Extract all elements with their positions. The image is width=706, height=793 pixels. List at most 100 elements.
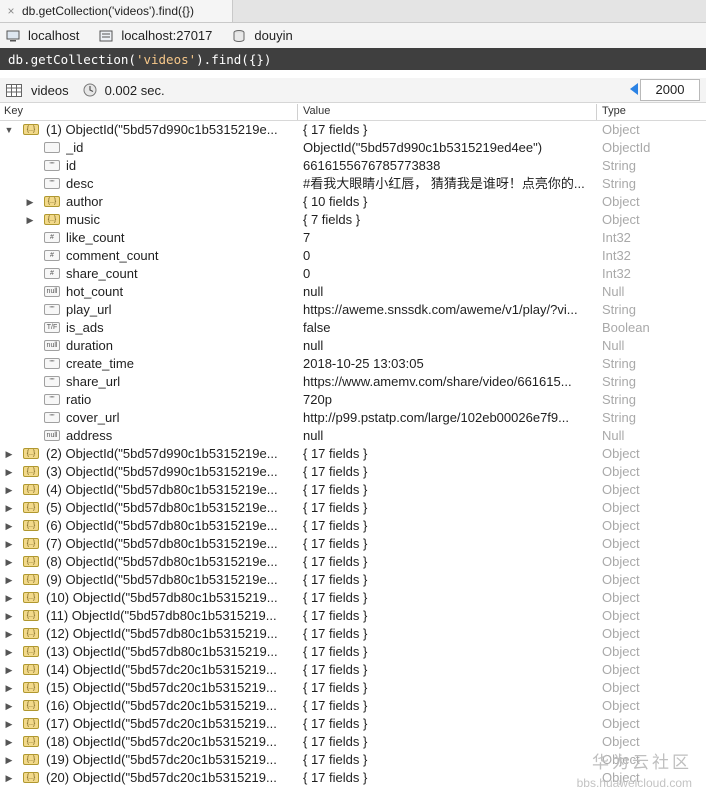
connection-host[interactable]: localhost xyxy=(6,28,79,43)
column-type[interactable]: Type xyxy=(602,105,626,117)
document-row[interactable]: ▶ {..} (6) ObjectId("5bd57db80c1b5315219e.… xyxy=(0,517,706,535)
row-value: http://p99.pstatp.com/large/102eb00026e7… xyxy=(303,410,569,425)
row-type: Int32 xyxy=(602,248,631,263)
row-type: Object xyxy=(602,716,640,731)
expand-arrow-icon[interactable]: ▶ xyxy=(3,769,15,787)
document-row[interactable]: ▶ {..} (13) ObjectId("5bd57db80c1b5315219.… xyxy=(0,643,706,661)
column-key[interactable]: Key xyxy=(4,105,23,117)
document-row[interactable]: ▼ {..} (1) ObjectId("5bd57d990c1b5315219e.… xyxy=(0,121,706,139)
expand-arrow-icon[interactable]: ▶ xyxy=(3,733,15,751)
row-value: false xyxy=(303,320,331,335)
expand-arrow-icon[interactable]: ▶ xyxy=(3,571,15,589)
row-key: id xyxy=(66,158,77,173)
column-value[interactable]: Value xyxy=(303,105,330,117)
query-text[interactable]: db.getCollection('videos').find({}) xyxy=(8,52,271,67)
document-row[interactable]: ▶ {..} (3) ObjectId("5bd57d990c1b5315219e.… xyxy=(0,463,706,481)
row-key: is_ads xyxy=(66,320,104,335)
close-icon[interactable]: × xyxy=(0,4,22,18)
field-row[interactable]: _id ObjectId("5bd57d990c1b5315219ed4ee") O… xyxy=(0,139,706,157)
expand-arrow-icon[interactable]: ▶ xyxy=(3,697,15,715)
server-label: localhost:27017 xyxy=(121,28,213,43)
expand-arrow-icon[interactable]: ▶ xyxy=(3,535,15,553)
previous-page-icon[interactable] xyxy=(630,83,638,95)
obj-type-icon: {..} xyxy=(23,556,39,567)
field-row[interactable]: null duration null Null xyxy=(0,337,706,355)
document-row[interactable]: ▶ {..} (8) ObjectId("5bd57db80c1b5315219e.… xyxy=(0,553,706,571)
row-type: Object xyxy=(602,644,640,659)
document-row[interactable]: ▶ {..} (7) ObjectId("5bd57db80c1b5315219e.… xyxy=(0,535,706,553)
expand-arrow-icon[interactable]: ▶ xyxy=(3,499,15,517)
expand-arrow-icon[interactable]: ▶ xyxy=(3,751,15,769)
field-row[interactable]: "" share_url https://www.amemv.com/share/v… xyxy=(0,373,706,391)
document-row[interactable]: ▶ {..} (15) ObjectId("5bd57dc20c1b5315219.… xyxy=(0,679,706,697)
document-row[interactable]: ▶ {..} (5) ObjectId("5bd57db80c1b5315219e.… xyxy=(0,499,706,517)
expand-arrow-icon[interactable]: ▶ xyxy=(3,607,15,625)
expand-arrow-icon[interactable]: ▶ xyxy=(3,679,15,697)
expand-arrow-icon[interactable]: ▶ xyxy=(3,481,15,499)
connection-server[interactable]: localhost:27017 xyxy=(99,28,212,43)
document-row[interactable]: ▶ {..} (9) ObjectId("5bd57db80c1b5315219e.… xyxy=(0,571,706,589)
database-icon xyxy=(233,29,245,42)
row-key: (14) ObjectId("5bd57dc20c1b5315219... xyxy=(46,662,277,677)
expand-arrow-icon[interactable]: ▶ xyxy=(24,193,36,211)
field-row[interactable]: ▶ {..} author { 10 fields } Object xyxy=(0,193,706,211)
field-row[interactable]: null address null Null xyxy=(0,427,706,445)
field-row[interactable]: "" id 6616155676785773838 String xyxy=(0,157,706,175)
obj-type-icon: {..} xyxy=(23,502,39,513)
field-row[interactable]: # like_count 7 Int32 xyxy=(0,229,706,247)
row-value: { 17 fields } xyxy=(303,518,368,533)
field-row[interactable]: ▶ {..} music { 7 fields } Object xyxy=(0,211,706,229)
query-editor[interactable]: db.getCollection('videos').find({}) xyxy=(0,48,706,70)
expand-arrow-icon[interactable]: ▶ xyxy=(3,517,15,535)
row-key: (19) ObjectId("5bd57dc20c1b5315219... xyxy=(46,752,277,767)
field-row[interactable]: # comment_count 0 Int32 xyxy=(0,247,706,265)
field-row[interactable]: "" cover_url http://p99.pstatp.com/large/1… xyxy=(0,409,706,427)
table-view-icon[interactable] xyxy=(6,83,22,97)
tab-query[interactable]: × db.getCollection('videos').find({}) xyxy=(0,0,233,22)
row-value: 0 xyxy=(303,248,311,263)
field-row[interactable]: # share_count 0 Int32 xyxy=(0,265,706,283)
document-row[interactable]: ▶ {..} (12) ObjectId("5bd57db80c1b5315219.… xyxy=(0,625,706,643)
row-value: ObjectId("5bd57d990c1b5315219ed4ee") xyxy=(303,140,543,155)
document-row[interactable]: ▶ {..} (16) ObjectId("5bd57dc20c1b5315219.… xyxy=(0,697,706,715)
document-row[interactable]: ▶ {..} (17) ObjectId("5bd57dc20c1b5315219.… xyxy=(0,715,706,733)
document-row[interactable]: ▶ {..} (4) ObjectId("5bd57db80c1b5315219e.… xyxy=(0,481,706,499)
field-row[interactable]: "" desc #看我大眼睛小红唇， 猜猜我是谁呀！点亮你的... String xyxy=(0,175,706,193)
connection-database[interactable]: douyin xyxy=(232,28,293,43)
expand-arrow-icon[interactable]: ▶ xyxy=(3,643,15,661)
expand-arrow-icon[interactable]: ▶ xyxy=(3,661,15,679)
column-divider[interactable] xyxy=(297,104,298,120)
row-value: 6616155676785773838 xyxy=(303,158,441,173)
field-row[interactable]: "" create_time 2018-10-25 13:03:05 String xyxy=(0,355,706,373)
expand-arrow-icon[interactable]: ▶ xyxy=(3,463,15,481)
expand-arrow-icon[interactable]: ▶ xyxy=(3,589,15,607)
row-key: (8) ObjectId("5bd57db80c1b5315219e... xyxy=(46,554,278,569)
collapse-arrow-icon[interactable]: ▼ xyxy=(3,121,15,139)
field-row[interactable]: "" play_url https://aweme.snssdk.com/aweme… xyxy=(0,301,706,319)
document-row[interactable]: ▶ {..} (14) ObjectId("5bd57dc20c1b5315219.… xyxy=(0,661,706,679)
field-row[interactable]: null hot_count null Null xyxy=(0,283,706,301)
obj-type-icon: {..} xyxy=(23,664,39,675)
row-type: Object xyxy=(602,482,640,497)
row-key: share_count xyxy=(66,266,138,281)
page-size-input[interactable]: 2000 xyxy=(640,79,700,101)
expand-arrow-icon[interactable]: ▶ xyxy=(3,715,15,733)
null-type-icon: null xyxy=(44,286,60,297)
expand-arrow-icon[interactable]: ▶ xyxy=(24,211,36,229)
num-type-icon: # xyxy=(44,268,60,279)
field-row[interactable]: T/F is_ads false Boolean xyxy=(0,319,706,337)
document-row[interactable]: ▶ {..} (11) ObjectId("5bd57db80c1b5315219.… xyxy=(0,607,706,625)
expand-arrow-icon[interactable]: ▶ xyxy=(3,553,15,571)
column-divider[interactable] xyxy=(596,104,597,120)
document-row[interactable]: ▶ {..} (2) ObjectId("5bd57d990c1b5315219e.… xyxy=(0,445,706,463)
row-value: { 17 fields } xyxy=(303,662,368,677)
expand-arrow-icon[interactable]: ▶ xyxy=(3,625,15,643)
row-value: { 17 fields } xyxy=(303,734,368,749)
num-type-icon: # xyxy=(44,250,60,261)
document-row[interactable]: ▶ {..} (10) ObjectId("5bd57db80c1b5315219.… xyxy=(0,589,706,607)
id-type-icon xyxy=(44,142,60,153)
expand-arrow-icon[interactable]: ▶ xyxy=(3,445,15,463)
row-type: Null xyxy=(602,428,625,443)
str-type-icon: "" xyxy=(44,160,60,171)
field-row[interactable]: "" ratio 720p String xyxy=(0,391,706,409)
